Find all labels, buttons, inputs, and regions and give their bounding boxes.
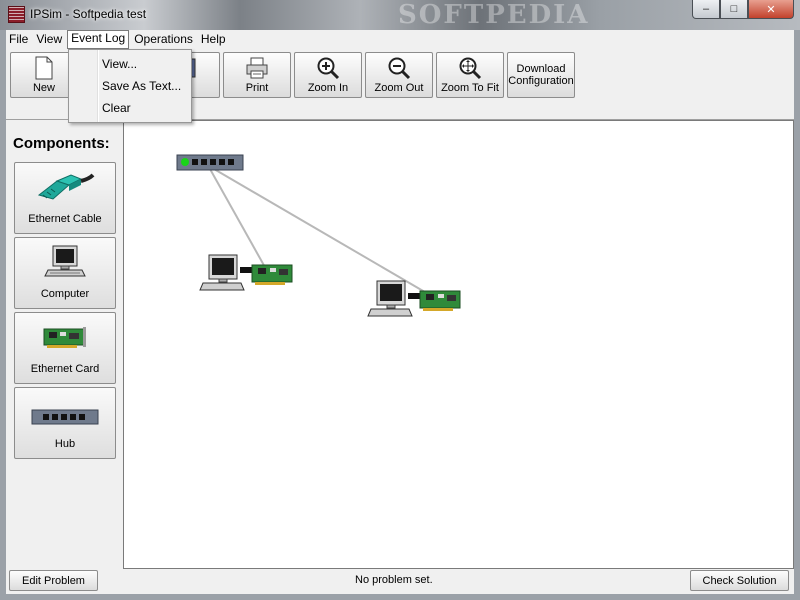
close-button[interactable]: ✕ [748,0,794,19]
network-canvas[interactable] [123,120,794,569]
network-diagram [176,154,461,317]
zoom-in-button[interactable]: Zoom In [294,52,362,98]
status-message: No problem set. [355,574,433,586]
hub-icon [15,398,115,436]
menu-bar: File View Event Log Operations Help [6,30,794,49]
menu-event-log[interactable]: Event Log [67,30,130,49]
components-sidebar: Components: Ethernet Cable Computer Ethe… [6,120,123,569]
computer-node-1[interactable] [199,254,293,291]
menu-item-save-as-text[interactable]: Save As Text... [102,79,181,93]
computer-icon [15,244,115,282]
watermark-text: SOFTPEDIA [398,0,590,30]
component-hub[interactable]: Hub [14,387,116,459]
download-label-line2: Configuration [508,75,574,87]
status-bar: Edit Problem No problem set. Check Solut… [6,569,794,594]
component-label: Ethernet Card [30,363,100,375]
print-button[interactable]: Print [223,52,291,98]
dropdown-gutter [97,50,99,122]
new-button-label: New [32,82,55,94]
printer-icon [245,56,269,80]
download-label-line1: Download [516,63,566,75]
ethernet-card-icon [15,319,115,357]
maximize-button[interactable]: □ [720,0,748,19]
component-computer[interactable]: Computer [14,237,116,309]
zoom-to-fit-button[interactable]: Zoom To Fit [436,52,504,98]
ethernet-cable-icon [15,169,115,207]
event-log-dropdown: View... Save As Text... Clear [68,49,192,123]
print-button-label: Print [245,82,269,94]
edit-problem-button[interactable]: Edit Problem [9,570,98,591]
menu-item-clear[interactable]: Clear [102,101,131,115]
zoom-in-label: Zoom In [307,82,349,94]
component-label: Ethernet Cable [28,213,102,225]
zoom-out-icon [387,56,411,80]
app-icon [8,6,25,23]
zoom-to-fit-label: Zoom To Fit [441,82,499,94]
zoom-to-fit-icon [458,56,482,80]
component-label: Hub [54,438,76,450]
component-ethernet-card[interactable]: Ethernet Card [14,312,116,384]
zoom-out-button[interactable]: Zoom Out [365,52,433,98]
hub-node[interactable] [176,154,244,171]
window-title: IPSim - Softpedia test [30,7,147,21]
title-bar: IPSim - Softpedia test SOFTPEDIA ‒ □ ✕ [0,0,800,30]
component-label: Computer [40,288,90,300]
component-ethernet-cable[interactable]: Ethernet Cable [14,162,116,234]
menu-help[interactable]: Help [198,31,229,48]
download-configuration-button[interactable]: Download Configuration [507,52,575,98]
zoom-in-icon [316,56,340,80]
window-frame-bottom [0,594,800,600]
menu-file[interactable]: File [6,31,31,48]
minimize-button[interactable]: ‒ [692,0,720,19]
menu-operations[interactable]: Operations [131,31,196,48]
components-title: Components: [13,135,110,152]
menu-view[interactable]: View [33,31,65,48]
window-frame-right [794,30,800,600]
menu-item-view[interactable]: View... [102,57,137,71]
zoom-out-label: Zoom Out [374,82,424,94]
check-solution-button[interactable]: Check Solution [690,570,789,591]
new-file-icon [34,56,54,80]
